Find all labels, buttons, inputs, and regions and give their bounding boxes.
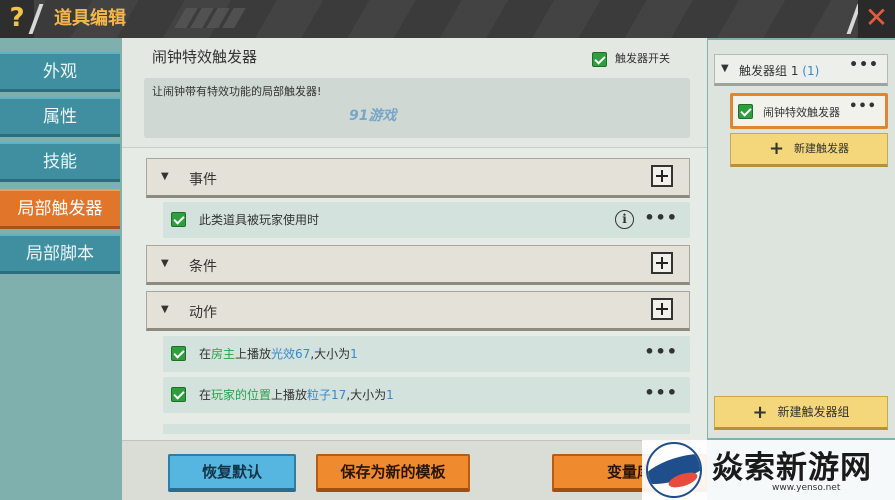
- description-text: 让闹钟带有特效功能的局部触发器!: [152, 85, 322, 98]
- triangle-down-icon: ▼: [161, 258, 169, 269]
- trigger-header: 闹钟特效触发器 触发器开关 让闹钟带有特效功能的局部触发器! 91游戏: [122, 38, 707, 148]
- ellipsis-icon[interactable]: •••: [644, 208, 678, 227]
- header-decoration: [174, 8, 246, 28]
- trigger-group[interactable]: ▼ 触发器组 1 (1) •••: [714, 54, 888, 86]
- page-title: 道具编辑: [54, 8, 126, 29]
- tab-skills[interactable]: 技能: [0, 142, 120, 182]
- tab-local-triggers[interactable]: 局部触发器: [0, 189, 120, 229]
- close-icon: ✕: [864, 1, 889, 34]
- event-item-text: 此类道具被玩家使用时: [199, 213, 320, 227]
- question-icon: ?: [9, 3, 25, 33]
- top-bar: ? 道具编辑 ✕: [0, 0, 895, 38]
- ellipsis-icon[interactable]: •••: [849, 57, 879, 73]
- action-effect: 光效67: [271, 347, 311, 361]
- checkbox-checked-icon[interactable]: [171, 387, 186, 402]
- checkbox-checked-icon[interactable]: [738, 104, 753, 119]
- trigger-list-item-label: 闹钟特效触发器: [763, 106, 840, 119]
- action-item-text: 在房主上播放光效67,大小为1: [199, 347, 358, 361]
- checkbox-checked-icon[interactable]: [171, 346, 186, 361]
- save-as-template-button[interactable]: 保存为新的模板: [316, 454, 470, 492]
- logo-url: www.yenso.net: [772, 483, 841, 493]
- trigger-list-item[interactable]: 闹钟特效触发器 •••: [730, 93, 888, 129]
- section-event-label: 事件: [189, 172, 217, 188]
- action-item-partial: [163, 424, 690, 434]
- watermark-logo: 91游戏: [349, 108, 397, 124]
- action-target: 房主: [211, 347, 236, 361]
- triangle-down-icon: ▼: [161, 304, 169, 315]
- trigger-name[interactable]: 闹钟特效触发器: [152, 46, 257, 67]
- bottom-toolbar: 恢复默认 保存为新的模板 变量库: [122, 440, 707, 500]
- checkbox-checked-icon[interactable]: [592, 51, 607, 67]
- tab-local-scripts[interactable]: 局部脚本: [0, 234, 120, 274]
- add-condition-button[interactable]: [651, 252, 673, 274]
- divider: [122, 147, 707, 148]
- action-size: 1: [386, 388, 394, 402]
- logo-icon: [646, 442, 702, 498]
- tab-properties[interactable]: 属性: [0, 97, 120, 137]
- new-trigger-button[interactable]: + 新建触发器: [730, 133, 888, 167]
- triangle-down-icon: ▼: [721, 63, 729, 74]
- action-target: 玩家的位置: [211, 388, 272, 402]
- section-condition-label: 条件: [189, 259, 217, 275]
- logo-brand: 焱索新游网: [712, 450, 872, 486]
- trigger-switch-label: 触发器开关: [615, 52, 670, 65]
- trigger-switch[interactable]: 触发器开关: [592, 50, 670, 67]
- add-event-button[interactable]: [651, 165, 673, 187]
- plus-icon: +: [768, 138, 785, 159]
- trigger-editor: 闹钟特效触发器 触发器开关 让闹钟带有特效功能的局部触发器! 91游戏 ▼ 事件…: [122, 38, 707, 500]
- tab-appearance[interactable]: 外观: [0, 52, 120, 92]
- action-item[interactable]: 在房主上播放光效67,大小为1 •••: [163, 336, 690, 372]
- action-item-text: 在玩家的位置上播放粒子17,大小为1: [199, 388, 394, 402]
- checkbox-checked-icon[interactable]: [171, 212, 186, 227]
- plus-icon: +: [752, 401, 768, 423]
- section-action[interactable]: ▼ 动作: [146, 291, 690, 331]
- trigger-group-count: (1): [802, 64, 820, 78]
- new-trigger-group-label: 新建触发器组: [777, 405, 850, 419]
- ellipsis-icon[interactable]: •••: [849, 99, 877, 114]
- trigger-description[interactable]: 让闹钟带有特效功能的局部触发器! 91游戏: [144, 78, 690, 138]
- event-item[interactable]: 此类道具被玩家使用时 i •••: [163, 202, 690, 238]
- triangle-down-icon: ▼: [161, 171, 169, 182]
- ellipsis-icon[interactable]: •••: [644, 383, 678, 402]
- action-item[interactable]: 在玩家的位置上播放粒子17,大小为1 •••: [163, 377, 690, 413]
- action-effect: 粒子17: [307, 388, 347, 402]
- section-event[interactable]: ▼ 事件: [146, 158, 690, 198]
- new-trigger-group-button[interactable]: + 新建触发器组: [714, 396, 888, 430]
- left-tab-panel: 外观 属性 技能 局部触发器 局部脚本: [0, 38, 122, 500]
- trigger-group-label: 触发器组 1 (1): [739, 64, 820, 78]
- reset-default-button[interactable]: 恢复默认: [168, 454, 296, 492]
- close-button[interactable]: ✕: [858, 0, 895, 38]
- info-circle-icon[interactable]: i: [615, 210, 634, 229]
- action-size: 1: [350, 347, 358, 361]
- site-watermark: 焱索新游网 www.yenso.net: [642, 440, 895, 500]
- add-action-button[interactable]: [651, 298, 673, 320]
- section-action-label: 动作: [189, 305, 217, 321]
- section-condition[interactable]: ▼ 条件: [146, 245, 690, 285]
- new-trigger-label: 新建触发器: [794, 142, 850, 155]
- ellipsis-icon[interactable]: •••: [644, 342, 678, 361]
